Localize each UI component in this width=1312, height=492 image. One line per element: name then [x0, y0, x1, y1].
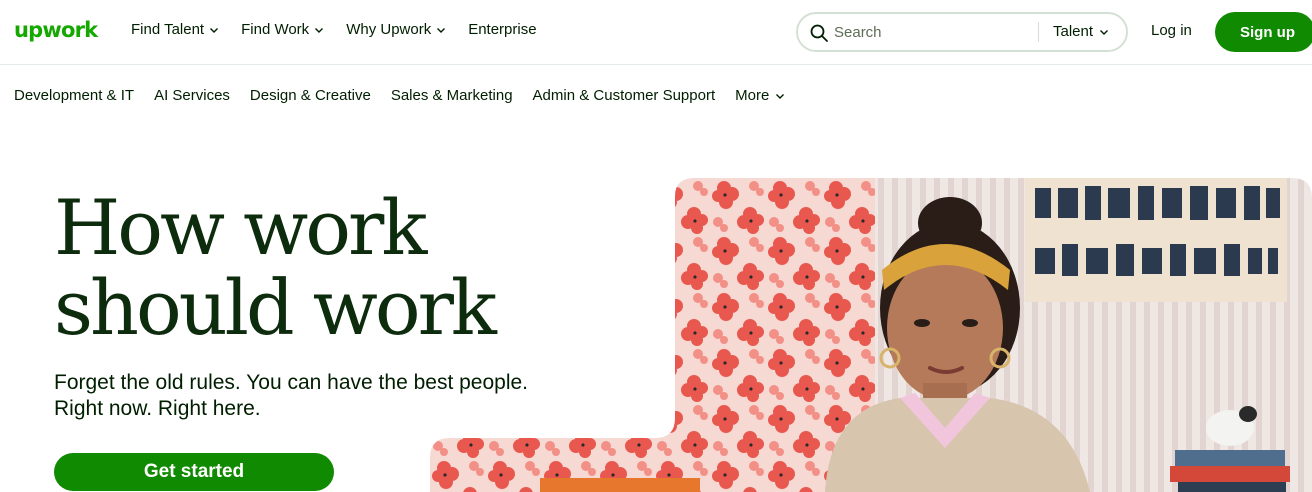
nav-label: Find Talent — [131, 21, 205, 38]
signup-button[interactable]: Sign up — [1215, 12, 1312, 52]
category-label: Development & IT — [14, 87, 135, 104]
headline-line: How work — [54, 183, 427, 272]
main-nav: Find Talent Find Work Why Upwork Enterpr… — [131, 21, 537, 38]
category-label: Design & Creative — [249, 87, 371, 104]
nav-label: Enterprise — [468, 21, 537, 38]
hero-headline: How work should work — [54, 183, 497, 352]
nav-label: Find Work — [241, 21, 310, 38]
nav-label: Why Upwork — [346, 21, 432, 38]
chevron-down-icon — [436, 25, 446, 35]
upwork-logo[interactable]: upwork — [14, 18, 98, 42]
nav-enterprise[interactable]: Enterprise — [468, 21, 536, 38]
search-input[interactable] — [834, 20, 1029, 44]
nav-find-work[interactable]: Find Work — [241, 21, 324, 38]
hero-image — [430, 178, 1312, 492]
nav-why-upwork[interactable]: Why Upwork — [346, 21, 446, 38]
get-started-button[interactable]: Get started — [54, 453, 334, 491]
search-divider — [1038, 22, 1039, 42]
header-divider — [0, 64, 1312, 65]
category-ai-services[interactable]: AI Services — [154, 87, 230, 104]
search-scope-label: Talent — [1053, 23, 1094, 40]
nav-find-talent[interactable]: Find Talent — [131, 21, 219, 38]
headline-line: should work — [54, 263, 497, 352]
category-development-it[interactable]: Development & IT — [14, 87, 134, 104]
chevron-down-icon — [775, 91, 785, 101]
login-link[interactable]: Log in — [1151, 22, 1192, 39]
category-sales-marketing[interactable]: Sales & Marketing — [391, 87, 513, 104]
top-navigation: upwork Find Talent Find Work Why Upwork … — [0, 0, 1312, 64]
category-label: Sales & Marketing — [390, 87, 513, 104]
category-label: More — [735, 87, 770, 104]
search-icon[interactable] — [809, 23, 829, 43]
chevron-down-icon — [1099, 27, 1109, 37]
category-label: Admin & Customer Support — [532, 87, 716, 104]
chevron-down-icon — [314, 25, 324, 35]
category-nav: Development & IT AI Services Design & Cr… — [14, 87, 785, 104]
chevron-down-icon — [209, 25, 219, 35]
category-design-creative[interactable]: Design & Creative — [250, 87, 371, 104]
category-more[interactable]: More — [735, 87, 785, 104]
category-admin-support[interactable]: Admin & Customer Support — [533, 87, 716, 104]
category-label: AI Services — [154, 87, 230, 104]
search-scope-dropdown[interactable]: Talent — [1053, 23, 1109, 40]
search-bar: Talent — [796, 12, 1128, 52]
